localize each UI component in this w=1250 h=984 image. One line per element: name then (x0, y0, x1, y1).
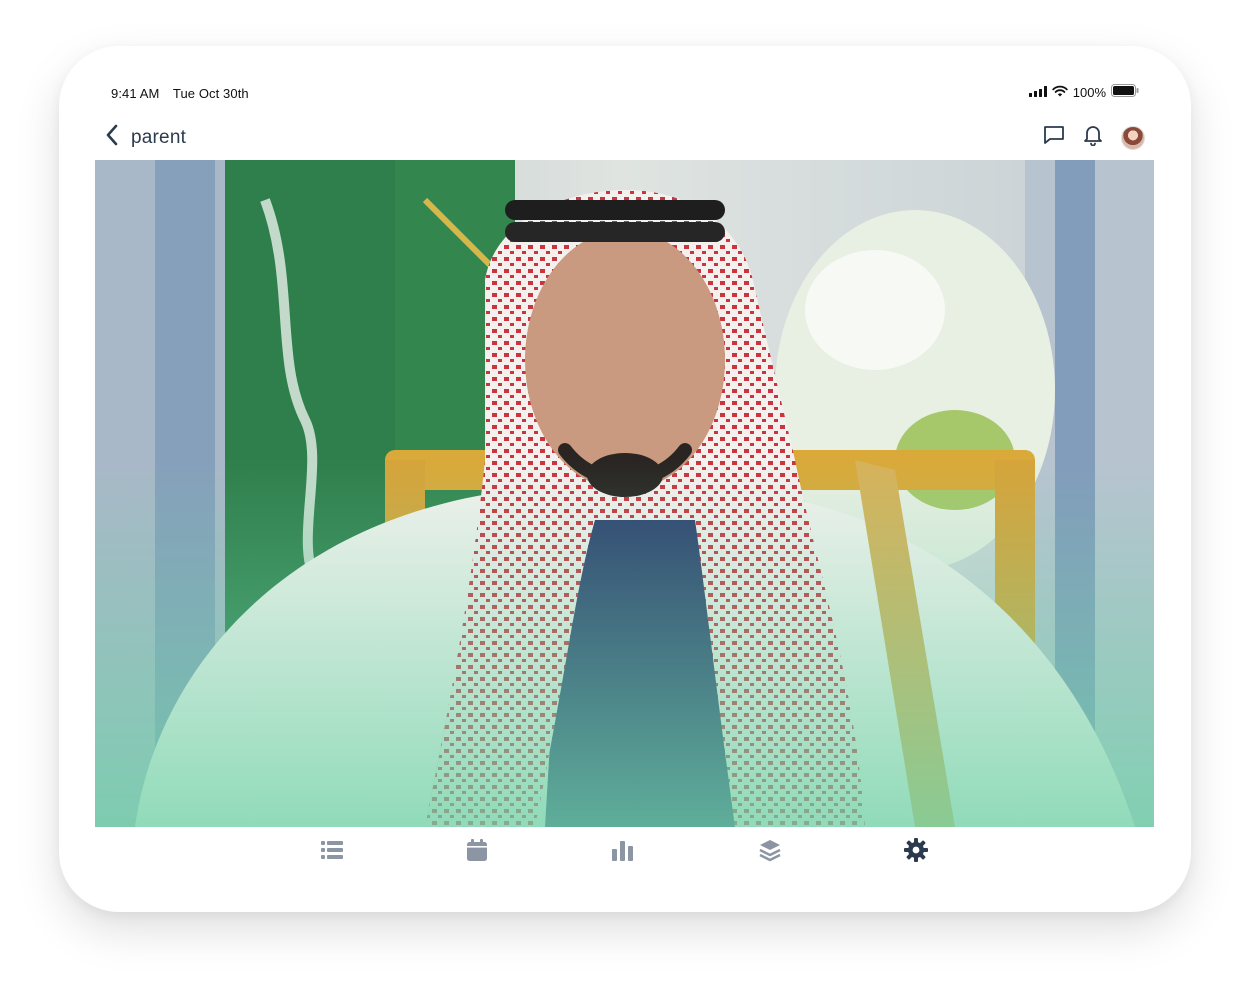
nav-actions (1043, 124, 1145, 151)
chat-button[interactable] (1043, 125, 1065, 150)
tablet-frame: 9:41 AM Tue Oct 30th 100% parent (59, 46, 1191, 912)
wifi-icon (1052, 85, 1068, 100)
bell-icon (1083, 124, 1103, 151)
profile-button[interactable] (1121, 125, 1145, 150)
status-date: Tue Oct 30th (172, 86, 249, 101)
battery-percent: 100% (1072, 84, 1106, 100)
status-time-date: 9:41 AM Tue Oct 30th (111, 86, 259, 101)
chat-icon (1043, 125, 1065, 150)
status-bar: 9:41 AM Tue Oct 30th 100% (59, 46, 1191, 101)
back-button[interactable]: parent (105, 124, 186, 151)
tab-settings[interactable] (903, 837, 929, 867)
navigation-bar: parent (95, 120, 1155, 154)
tab-list[interactable] (319, 839, 345, 865)
tab-calendar[interactable] (464, 838, 490, 866)
hero-image (95, 160, 1154, 827)
tab-analytics[interactable] (610, 839, 636, 865)
back-label: parent (131, 126, 187, 148)
signal-icon (1028, 85, 1047, 100)
list-icon (321, 840, 343, 865)
battery-icon (1111, 84, 1139, 100)
gear-icon (904, 837, 928, 867)
calendar-icon (467, 838, 487, 866)
avatar (1121, 125, 1145, 150)
tab-layers[interactable] (757, 839, 783, 865)
chevron-left-icon (105, 124, 119, 151)
status-indicators: 100% (1028, 84, 1139, 100)
notifications-button[interactable] (1083, 124, 1103, 151)
layers-icon (758, 838, 782, 867)
status-time: 9:41 AM (111, 86, 160, 101)
bar-chart-icon (612, 839, 634, 866)
tab-bar (59, 827, 1191, 877)
